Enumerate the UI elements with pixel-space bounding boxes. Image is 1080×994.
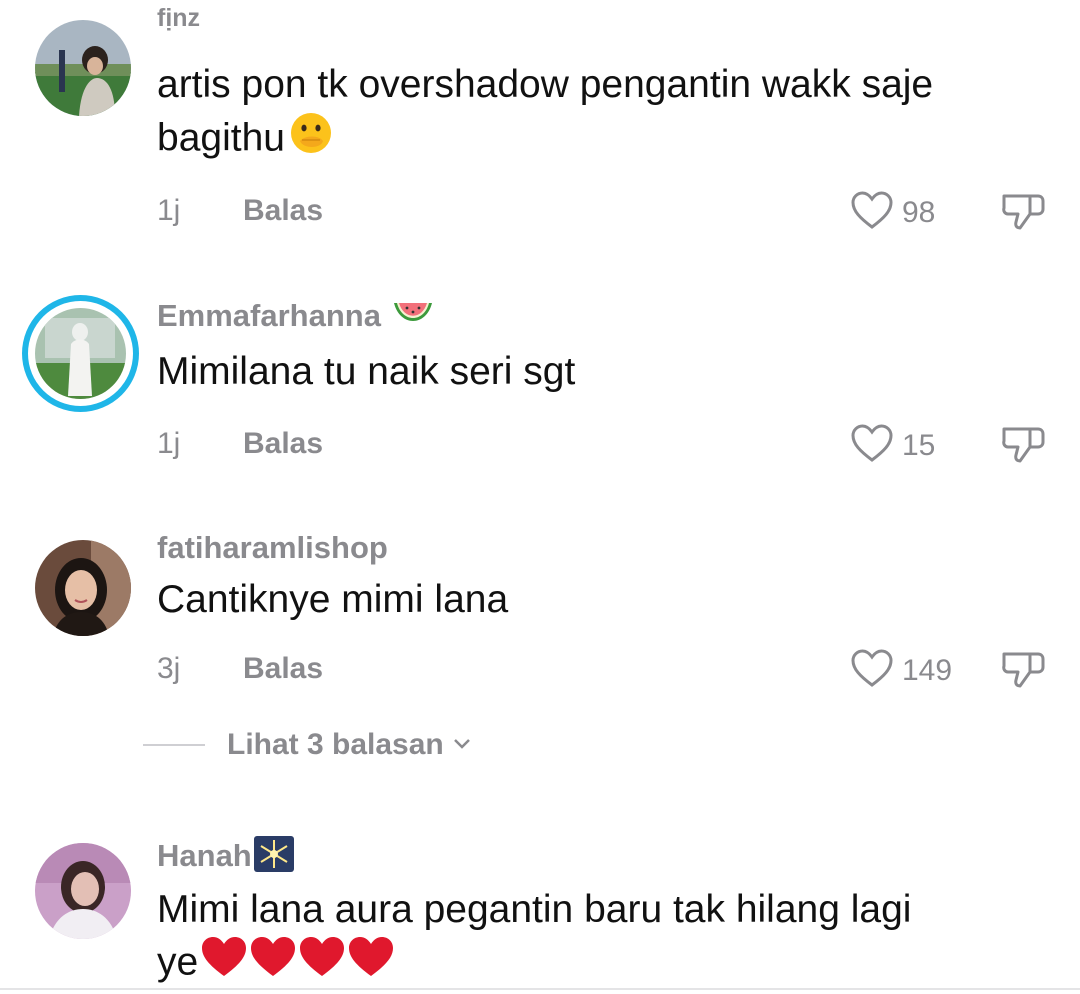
view-replies-button[interactable]: Lihat 3 balasan [143, 728, 472, 762]
thumbs-down-icon [1000, 194, 1046, 236]
heart-icon [850, 190, 894, 235]
username[interactable]: Emmafarhanna [157, 298, 434, 337]
dislike-button[interactable] [1000, 648, 1046, 695]
chevron-down-icon [452, 736, 472, 755]
timestamp: 3j [157, 652, 181, 685]
like-button[interactable]: 149 [850, 648, 952, 693]
red-heart-emoji [200, 934, 396, 994]
dislike-button[interactable] [1000, 423, 1046, 470]
watermelon-emoji [392, 299, 434, 337]
hand-over-mouth-emoji [289, 111, 333, 169]
reply-button[interactable]: Balas [243, 427, 323, 461]
like-count: 149 [902, 653, 953, 687]
avatar[interactable] [35, 843, 131, 939]
username[interactable]: Hanah [157, 836, 294, 880]
divider-line [143, 744, 205, 746]
avatar[interactable] [35, 308, 126, 399]
avatar[interactable] [35, 540, 131, 636]
username[interactable]: fịnz [157, 4, 200, 33]
thumbs-down-icon [1000, 427, 1046, 469]
like-count: 98 [902, 195, 936, 229]
divider [0, 988, 1080, 990]
comment-text: artis pon tk overshadow pengantin wakk s… [157, 58, 1062, 169]
username[interactable]: fatiharamlishop [157, 530, 388, 566]
view-replies-label: Lihat 3 balasan [227, 728, 444, 761]
dislike-button[interactable] [1000, 190, 1046, 237]
like-button[interactable]: 15 [850, 423, 935, 468]
like-count: 15 [902, 428, 936, 462]
heart-icon [850, 648, 894, 693]
thumbs-down-icon [1000, 652, 1046, 694]
reply-button[interactable]: Balas [243, 652, 323, 686]
timestamp: 1j [157, 194, 181, 227]
comment-text: Mimilana tu naik seri sgt [157, 350, 576, 393]
comment-text: Mimi lana aura pegantin baru tak hilang … [157, 883, 1062, 994]
sparkler-emoji [253, 836, 294, 880]
heart-icon [850, 423, 894, 468]
reply-button[interactable]: Balas [243, 194, 323, 228]
timestamp: 1j [157, 427, 181, 460]
like-button[interactable]: 98 [850, 190, 935, 235]
comment-text: Cantiknye mimi lana [157, 578, 509, 621]
avatar[interactable] [35, 20, 131, 116]
